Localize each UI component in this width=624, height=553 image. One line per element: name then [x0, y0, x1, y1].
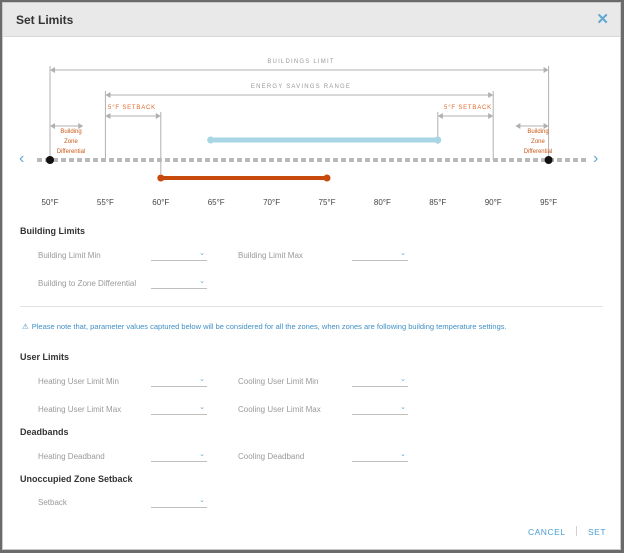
cooling-user-limit-min-select[interactable]: ⌄ [352, 375, 408, 387]
building-limit-max-label: Building Limit Max [238, 251, 303, 260]
footer-divider [576, 526, 577, 536]
tick-label: 95°F [540, 198, 558, 207]
zone-settings-note: ⚠ Please note that, parameter values capt… [22, 322, 507, 331]
cooling-user-limit-max-select[interactable]: ⌄ [352, 403, 408, 415]
zone-differential-left-label: Building Zone Differential [56, 129, 86, 155]
energy-savings-arrow-arrowhead-right [488, 92, 494, 98]
cooling-deadband-label: Cooling Deadband [238, 452, 305, 461]
unoccupied-zone-setback-heading: Unoccupied Zone Setback [20, 474, 133, 484]
zone-diff-right-arrow-arrowhead-left [515, 123, 521, 129]
heating-user-limit-min-label: Heating User Limit Min [38, 377, 119, 386]
heating-user-limit-max-select[interactable]: ⌄ [151, 403, 207, 415]
buildings-limit-arrow-arrowhead-right [543, 67, 549, 73]
building-limit-min-label: Building Limit Min [38, 251, 101, 260]
zone-differential-right-label: Building Zone Differential [523, 129, 553, 155]
cooling-user-limit-min-label: Cooling User Limit Min [238, 377, 319, 386]
dialog-title: Set Limits [16, 13, 74, 27]
user-limits-heading: User Limits [20, 352, 70, 362]
setback-right-arrow-arrowhead-right [488, 113, 494, 119]
note-text: Please note that, parameter values captu… [31, 322, 507, 331]
heating-user-limit-max-label: Heating User Limit Max [38, 405, 122, 414]
dialog-titlebar: Set Limits ✕ [3, 3, 620, 37]
cooling-deadband-select[interactable]: ⌄ [352, 450, 408, 462]
set-button[interactable]: SET [588, 527, 606, 537]
building-limit-min-select[interactable]: ⌄ [151, 249, 207, 261]
set-limits-dialog: Set Limits ✕ BUILDINGS LIMIT ENERGY SAVI… [2, 2, 621, 550]
tick-label: 55°F [96, 198, 114, 207]
building-zone-differential-select[interactable]: ⌄ [151, 277, 207, 289]
building-limits-heading: Building Limits [20, 226, 85, 236]
setback-left-arrow-arrowhead-left [105, 113, 111, 119]
chevron-down-icon: ⌄ [199, 376, 205, 383]
cooling-range-start-dot [207, 136, 215, 144]
heating-user-limit-min-select[interactable]: ⌄ [151, 375, 207, 387]
setback-right-arrow-arrowhead-left [437, 113, 443, 119]
deadbands-heading: Deadbands [20, 427, 69, 437]
chevron-down-icon: ⌄ [199, 250, 205, 257]
building-limit-max-select[interactable]: ⌄ [352, 249, 408, 261]
cancel-button[interactable]: CANCEL [528, 527, 565, 537]
tick-label: 75°F [318, 198, 336, 207]
tick-label: 60°F [152, 198, 170, 207]
heating-range-start-dot [157, 174, 165, 182]
cooling-range-end-dot [434, 136, 442, 144]
buildings-limit-label: BUILDINGS LIMIT [264, 59, 338, 65]
heating-deadband-select[interactable]: ⌄ [151, 450, 207, 462]
chevron-down-icon: ⌄ [199, 404, 205, 411]
energy-savings-range-label: ENERGY SAVINGS RANGE [247, 84, 355, 90]
tick-label: 90°F [484, 198, 502, 207]
building-limit-min-marker [46, 156, 54, 164]
setback-left-arrow-arrowhead-right [155, 113, 161, 119]
chevron-down-icon: ⌄ [400, 250, 406, 257]
chevron-down-icon: ⌄ [199, 451, 205, 458]
chevron-down-icon: ⌄ [199, 497, 205, 504]
close-icon[interactable]: ✕ [596, 10, 609, 28]
temperature-limits-diagram: BUILDINGS LIMIT ENERGY SAVINGS RANGE 5°F… [3, 36, 622, 216]
tick-label: 65°F [207, 198, 225, 207]
setback-label: Setback [38, 498, 67, 507]
setback-left-label: 5°F SETBACK [108, 105, 156, 111]
tick-label: 85°F [429, 198, 447, 207]
chevron-down-icon: ⌄ [199, 278, 205, 285]
chevron-down-icon: ⌄ [400, 376, 406, 383]
chevron-down-icon: ⌄ [400, 451, 406, 458]
heating-deadband-label: Heating Deadband [38, 452, 105, 461]
warning-icon: ⚠ [22, 322, 29, 331]
section-divider [20, 306, 603, 307]
setback-select[interactable]: ⌄ [151, 496, 207, 508]
chevron-down-icon: ⌄ [400, 404, 406, 411]
tick-label: 70°F [263, 198, 281, 207]
chevron-right-icon[interactable]: › [593, 150, 598, 168]
chevron-left-icon[interactable]: ‹ [19, 150, 24, 168]
cooling-user-limit-max-label: Cooling User Limit Max [238, 405, 321, 414]
heating-range-end-dot [323, 174, 331, 182]
building-limit-max-marker [544, 156, 553, 164]
building-zone-differential-label: Building to Zone Differential [38, 279, 137, 288]
tick-label: 80°F [373, 198, 391, 207]
tick-label: 50°F [41, 198, 59, 207]
setback-right-label: 5°F SETBACK [444, 105, 492, 111]
zone-diff-left-arrow-arrowhead-left [50, 123, 55, 129]
energy-savings-arrow-arrowhead-left [105, 92, 111, 98]
buildings-limit-arrow-arrowhead-left [50, 67, 55, 73]
